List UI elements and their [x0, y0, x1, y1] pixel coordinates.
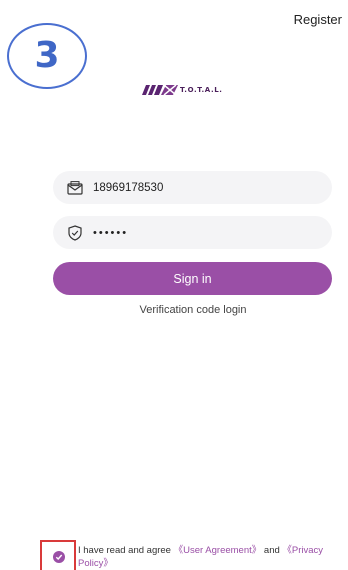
register-link[interactable]: Register [294, 12, 342, 27]
agreement-section: I have read and agree 《User Agreement》 a… [40, 540, 340, 570]
password-field[interactable]: •••••• [53, 216, 332, 249]
app-logo: T.O.T.A.L. [142, 82, 223, 98]
verification-code-login-link[interactable]: Verification code login [0, 304, 348, 316]
logo-text: T.O.T.A.L. [180, 86, 223, 94]
user-agreement-link[interactable]: 《User Agreement》 [174, 545, 262, 556]
sign-in-button[interactable]: Sign in [53, 262, 332, 295]
phone-field[interactable]: 18969178530 [53, 171, 332, 204]
agreement-text: I have read and agree 《User Agreement》 a… [78, 544, 340, 570]
agreement-and: and [261, 545, 283, 556]
logo-mark-icon [142, 85, 178, 95]
check-icon [55, 554, 63, 561]
agreement-prefix: I have read and agree [78, 545, 174, 556]
agreement-checkbox[interactable] [53, 551, 65, 563]
envelope-icon [67, 180, 83, 196]
step-number-badge: 3 [7, 23, 87, 89]
phone-value: 18969178530 [93, 181, 164, 194]
password-value: •••••• [93, 226, 129, 239]
step-number: 3 [34, 35, 60, 76]
shield-check-icon [67, 224, 83, 241]
